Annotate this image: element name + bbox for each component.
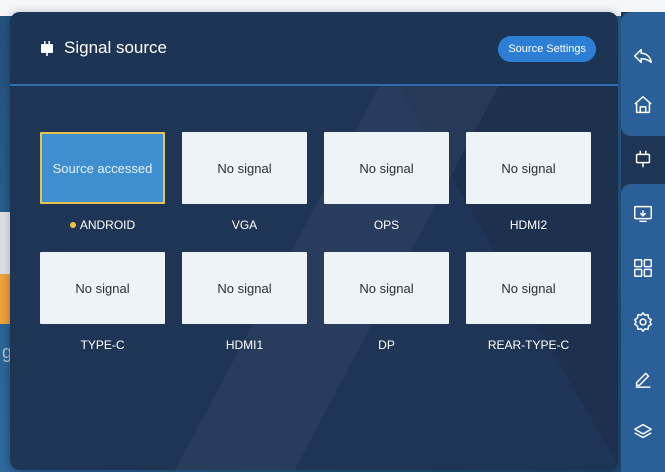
source-status: No signal xyxy=(359,160,414,176)
pen-icon xyxy=(635,372,651,388)
source-label-android: ANDROID xyxy=(40,218,165,232)
pen-button[interactable] xyxy=(629,364,657,392)
back-button[interactable] xyxy=(629,42,657,70)
source-tile-vga[interactable]: No signal xyxy=(182,132,307,204)
source-tile-ops[interactable]: No signal xyxy=(324,132,449,204)
source-status: Source accessed xyxy=(52,160,153,176)
source-status: No signal xyxy=(501,160,556,176)
source-status: No signal xyxy=(217,160,272,176)
source-status: No signal xyxy=(501,280,556,296)
dialog-title-group: Signal source xyxy=(38,38,167,58)
source-status: No signal xyxy=(75,280,130,296)
source-label-type-c: TYPE-C xyxy=(80,338,125,352)
source-tile-hdmi1[interactable]: No signal xyxy=(182,252,307,324)
settings-icon xyxy=(634,312,652,332)
apps-icon xyxy=(634,259,652,277)
screen-share-button[interactable] xyxy=(629,200,657,228)
signal-source-button[interactable] xyxy=(629,145,657,173)
source-label-hdmi2: HDMI2 xyxy=(509,218,548,232)
source-label-dp: DP xyxy=(378,338,395,352)
source-name: ANDROID xyxy=(79,218,136,232)
home-button[interactable] xyxy=(629,91,657,119)
source-label-hdmi1: HDMI1 xyxy=(225,338,264,352)
source-tile-type-c[interactable]: No signal xyxy=(40,252,165,324)
source-tile-hdmi2[interactable]: No signal xyxy=(466,132,591,204)
layers-button[interactable] xyxy=(629,418,657,446)
signal-source-dialog: Signal source Source Settings Source acc… xyxy=(10,12,618,470)
source-tile-android[interactable]: Source accessed xyxy=(40,132,165,204)
source-tile-rear-type-c[interactable]: No signal xyxy=(466,252,591,324)
source-label-vga: VGA xyxy=(231,218,258,232)
dialog-header: Signal source Source Settings xyxy=(10,12,618,86)
home-icon xyxy=(634,96,652,114)
signal-source-icon xyxy=(635,150,651,168)
settings-button[interactable] xyxy=(629,308,657,336)
dialog-title: Signal source xyxy=(64,38,168,57)
source-status: No signal xyxy=(217,280,272,296)
back-icon xyxy=(634,48,652,64)
signal-source-icon xyxy=(41,41,53,56)
source-label-rear-type-c: REAR-TYPE-C xyxy=(487,338,570,352)
screen-share-icon xyxy=(634,205,652,223)
source-status: No signal xyxy=(359,280,414,296)
source-tile-dp[interactable]: No signal xyxy=(324,252,449,324)
active-indicator-dot xyxy=(69,221,76,228)
source-settings-button[interactable]: Source Settings xyxy=(498,36,596,62)
apps-button[interactable] xyxy=(629,254,657,282)
source-label-ops: OPS xyxy=(373,218,400,232)
layers-icon xyxy=(634,423,652,439)
